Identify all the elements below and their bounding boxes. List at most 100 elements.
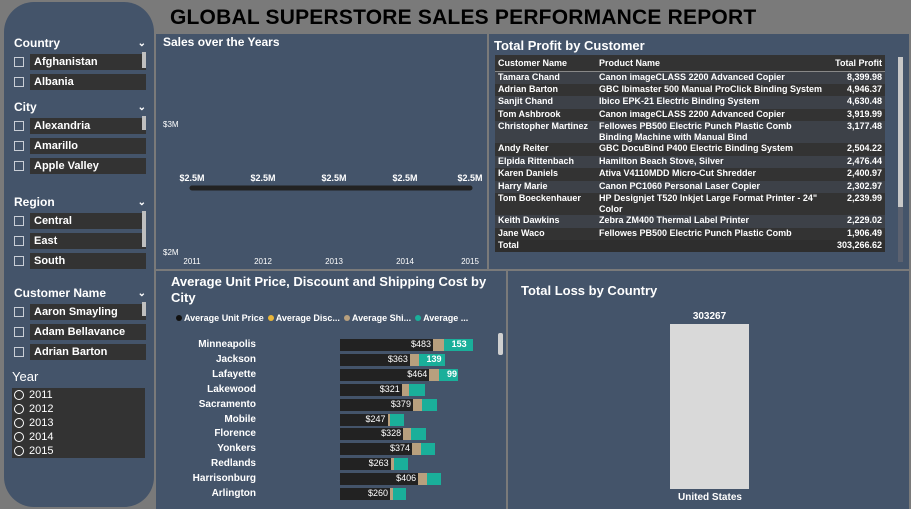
table-row[interactable]: Jane Waco Fellowes PB500 Electric Punch P… bbox=[495, 227, 885, 240]
radio-icon[interactable] bbox=[14, 432, 24, 442]
scroll-thumb[interactable] bbox=[898, 57, 903, 207]
customer-cell: Karen Daniels bbox=[495, 168, 596, 181]
radio-icon[interactable] bbox=[14, 390, 24, 400]
bar-segment[interactable] bbox=[401, 383, 410, 396]
column-header-product[interactable]: Product Name bbox=[596, 55, 829, 72]
legend-item[interactable]: Average Disc... bbox=[267, 313, 340, 323]
table-row[interactable]: Sanjit Chand Ibico EPK-21 Electric Bindin… bbox=[495, 96, 885, 109]
slicer-item[interactable]: Aaron Smayling bbox=[14, 304, 146, 320]
bar-segment[interactable] bbox=[411, 443, 421, 456]
year-option[interactable]: 2015 bbox=[12, 444, 145, 458]
checkbox[interactable] bbox=[14, 141, 24, 151]
chevron-down-icon[interactable]: ⌄ bbox=[138, 197, 146, 208]
chevron-down-icon[interactable]: ⌄ bbox=[138, 102, 146, 113]
x-tick-label: 2011 bbox=[183, 257, 201, 266]
slicer-item[interactable]: South bbox=[14, 253, 146, 269]
checkbox[interactable] bbox=[14, 121, 24, 131]
legend-item[interactable]: Average ... bbox=[415, 313, 468, 323]
bar-segment[interactable] bbox=[429, 368, 439, 381]
table-row[interactable]: Christopher Martinez Fellowes PB500 Elect… bbox=[495, 121, 885, 143]
chart-legend: Average Unit Price Average Disc... Average… bbox=[176, 313, 468, 323]
loss-bar-united-states[interactable] bbox=[670, 324, 749, 489]
chevron-down-icon[interactable]: ⌄ bbox=[138, 38, 146, 49]
checkbox[interactable] bbox=[14, 327, 24, 337]
year-option[interactable]: 2013 bbox=[12, 416, 145, 430]
country-slicer-label: Country bbox=[14, 36, 60, 50]
column-header-customer[interactable]: Customer Name bbox=[495, 55, 596, 72]
column-header-profit[interactable]: Total Profit bbox=[829, 55, 885, 72]
bar-segment[interactable] bbox=[412, 398, 422, 411]
city-label: Redlands bbox=[210, 458, 256, 470]
bar-segment[interactable] bbox=[410, 428, 427, 441]
checkbox[interactable] bbox=[14, 161, 24, 171]
bar-segment[interactable] bbox=[409, 383, 425, 396]
table-row[interactable]: Andy Reiter GBC DocuBind P400 Electric Bi… bbox=[495, 143, 885, 156]
bar-segment[interactable] bbox=[426, 473, 442, 486]
year-slicer-label: Year bbox=[12, 369, 39, 384]
checkbox[interactable] bbox=[14, 236, 24, 246]
year-option[interactable]: 2012 bbox=[12, 402, 145, 416]
bar-value-label: $406 bbox=[396, 473, 417, 484]
bar-segment[interactable] bbox=[432, 339, 444, 351]
scrollbar[interactable] bbox=[142, 302, 146, 316]
table-scrollbar[interactable] bbox=[898, 57, 903, 262]
product-cell: Zebra ZM400 Thermal Label Printer bbox=[596, 215, 829, 228]
year-slicer: 2011 2012 2013 2014 2015 bbox=[12, 388, 145, 458]
bar-segment[interactable] bbox=[420, 443, 436, 456]
bar-value-label: $379 bbox=[390, 398, 411, 409]
customer-cell: Keith Dawkins bbox=[495, 215, 596, 228]
bar-segment[interactable] bbox=[390, 413, 404, 426]
bar-segment[interactable] bbox=[409, 353, 419, 366]
table-row[interactable]: Tom Boeckenhauer HP Designjet T520 Inkjet… bbox=[495, 193, 885, 215]
checkbox[interactable] bbox=[14, 307, 24, 317]
loss-chart-title: Total Loss by Country bbox=[521, 283, 658, 298]
slicer-item[interactable]: Adrian Barton bbox=[14, 344, 146, 360]
bar-segment[interactable] bbox=[392, 488, 407, 500]
checkbox[interactable] bbox=[14, 57, 24, 67]
slicer-item[interactable]: Adam Bellavance bbox=[14, 324, 146, 340]
table-row[interactable]: Tom Ashbrook Canon imageCLASS 2200 Advanc… bbox=[495, 108, 885, 121]
table-row[interactable]: Karen Daniels Ativa V4110MDD Micro-Cut Sh… bbox=[495, 168, 885, 181]
table-row[interactable]: Keith Dawkins Zebra ZM400 Thermal Label P… bbox=[495, 215, 885, 228]
checkbox[interactable] bbox=[14, 256, 24, 266]
legend-item[interactable]: Average Unit Price bbox=[176, 313, 264, 323]
checkbox[interactable] bbox=[14, 77, 24, 87]
x-tick-label: 2012 bbox=[254, 257, 272, 266]
city-chart-title-line1: Average Unit Price, Discount and Shippin… bbox=[171, 274, 487, 289]
loss-data-label: 303267 bbox=[692, 311, 727, 322]
table-row[interactable]: Harry Marie Canon PC1060 Personal Laser C… bbox=[495, 180, 885, 193]
checkbox[interactable] bbox=[14, 347, 24, 357]
profit-cell: 3,919.99 bbox=[829, 108, 885, 121]
product-cell: Fellowes PB500 Electric Punch Plastic Co… bbox=[596, 227, 829, 240]
slicer-item[interactable]: Albania bbox=[14, 74, 146, 90]
scrollbar[interactable] bbox=[142, 116, 146, 130]
bar-segment[interactable] bbox=[421, 398, 437, 411]
customer-cell: Tom Boeckenhauer bbox=[495, 193, 596, 215]
radio-icon[interactable] bbox=[14, 446, 24, 456]
slicer-item[interactable]: Central bbox=[14, 213, 146, 229]
table-row[interactable]: Elpida Rittenbach Hamilton Beach Stove, S… bbox=[495, 155, 885, 168]
region-slicer: Region ⌄ Central East South bbox=[14, 195, 146, 269]
radio-icon[interactable] bbox=[14, 418, 24, 428]
checkbox[interactable] bbox=[14, 216, 24, 226]
city-label: Yonkers bbox=[217, 443, 256, 455]
legend-item[interactable]: Average Shi... bbox=[343, 313, 411, 323]
slicer-item[interactable]: Apple Valley bbox=[14, 158, 146, 174]
bar-segment[interactable] bbox=[393, 458, 408, 471]
profit-cell: 2,400.97 bbox=[829, 168, 885, 181]
year-option[interactable]: 2014 bbox=[12, 430, 145, 444]
table-row[interactable]: Adrian Barton GBC Ibimaster 500 Manual Pr… bbox=[495, 83, 885, 96]
scrollbar[interactable] bbox=[142, 211, 146, 247]
bar-segment[interactable] bbox=[418, 473, 427, 486]
chevron-down-icon[interactable]: ⌄ bbox=[138, 288, 146, 299]
bar-segment[interactable] bbox=[403, 428, 411, 441]
year-option[interactable]: 2011 bbox=[12, 388, 145, 402]
scrollbar[interactable] bbox=[142, 52, 146, 68]
radio-icon[interactable] bbox=[14, 404, 24, 414]
slicer-item[interactable]: Afghanistan bbox=[14, 54, 146, 70]
slicer-item[interactable]: East bbox=[14, 233, 146, 249]
chart-scrollbar[interactable] bbox=[498, 333, 503, 355]
table-row[interactable]: Tamara Chand Canon imageCLASS 2200 Advanc… bbox=[495, 71, 885, 84]
slicer-item[interactable]: Amarillo bbox=[14, 138, 146, 154]
slicer-item[interactable]: Alexandria bbox=[14, 118, 146, 134]
